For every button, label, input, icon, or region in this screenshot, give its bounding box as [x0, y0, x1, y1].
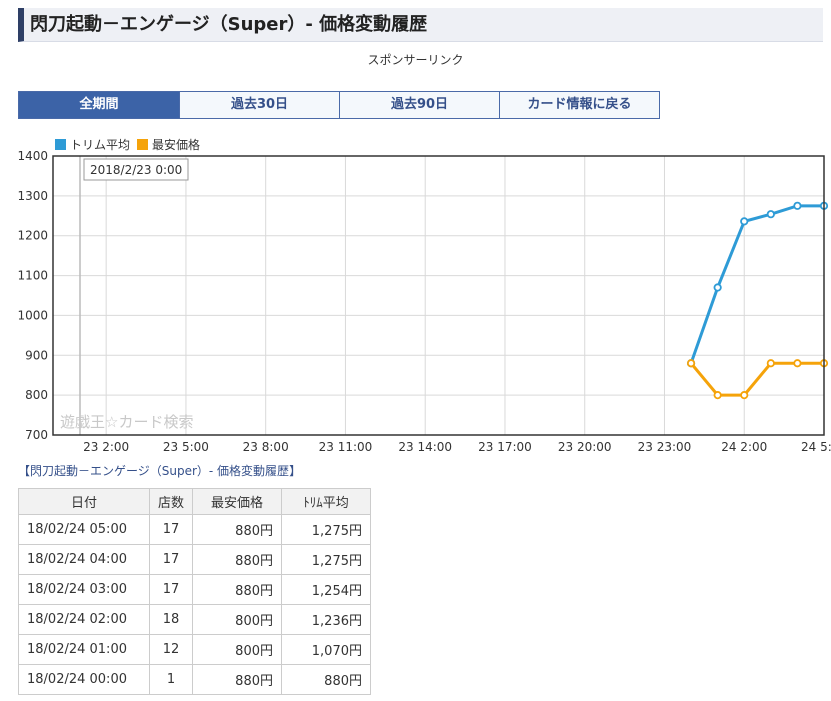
- cell-shops: 1: [149, 664, 193, 695]
- y-tick-label: 800: [25, 388, 48, 402]
- table-row: 18/02/24 02:00 18 800円 1,236円: [18, 604, 371, 635]
- page-title: 閃刀起動－エンゲージ（Super）- 価格変動履歴: [30, 14, 428, 35]
- col-trim: ﾄﾘﾑ平均: [281, 488, 371, 515]
- cell-lowest: 880円: [192, 574, 282, 605]
- cell-shops: 17: [149, 514, 193, 545]
- table-row: 18/02/24 03:00 17 880円 1,254円: [18, 574, 371, 605]
- table-row: 18/02/24 00:00 1 880円 880円: [18, 664, 371, 695]
- tab-past-90-days[interactable]: 過去90日: [340, 91, 500, 119]
- cell-date: 18/02/24 04:00: [18, 544, 150, 575]
- chart-caption: 【閃刀起動－エンゲージ（Super）- 価格変動履歴】: [18, 464, 302, 478]
- cell-lowest: 880円: [192, 664, 282, 695]
- y-tick-label: 700: [25, 428, 48, 442]
- cell-lowest: 880円: [192, 514, 282, 545]
- cell-shops: 18: [149, 604, 193, 635]
- series-trim-point: [793, 201, 802, 210]
- legend-swatch-trim: [55, 139, 66, 150]
- cell-date: 18/02/24 05:00: [18, 514, 150, 545]
- series-trim-point: [740, 217, 749, 226]
- cell-trim: 1,070円: [281, 634, 371, 665]
- y-tick-label: 900: [25, 348, 48, 362]
- legend-label-low: 最安価格: [152, 137, 200, 152]
- cell-trim: 1,236円: [281, 604, 371, 635]
- series-trim-point: [713, 283, 722, 292]
- series-low-point: [766, 359, 775, 368]
- col-lowest: 最安価格: [192, 488, 282, 515]
- cell-trim: 1,254円: [281, 574, 371, 605]
- x-tick-label: 23 23:00: [638, 440, 692, 454]
- col-shops: 店数: [149, 488, 193, 515]
- table-row: 18/02/24 04:00 17 880円 1,275円: [18, 544, 371, 575]
- y-tick-label: 1200: [17, 229, 48, 243]
- cell-trim: 1,275円: [281, 544, 371, 575]
- price-history-table: 日付 店数 最安価格 ﾄﾘﾑ平均 18/02/24 05:00 17 880円 …: [18, 488, 371, 695]
- period-tabs: 全期間 過去30日 過去90日 カード情報に戻る: [18, 91, 660, 119]
- series-layer: [686, 201, 829, 400]
- x-tick-label: 23 17:00: [478, 440, 532, 454]
- cell-trim: 1,275円: [281, 514, 371, 545]
- y-tick-label: 1100: [17, 269, 48, 283]
- cell-date: 18/02/24 02:00: [18, 604, 150, 635]
- y-tick-label: 1300: [17, 189, 48, 203]
- x-tick-label: 24 2:00: [721, 440, 767, 454]
- tab-past-30-days[interactable]: 過去30日: [180, 91, 340, 119]
- series-trim-point: [766, 210, 775, 219]
- plot-border: [52, 155, 825, 436]
- table-row: 18/02/24 05:00 17 880円 1,275円: [18, 514, 371, 545]
- cell-shops: 12: [149, 634, 193, 665]
- x-tick-label: 23 2:00: [83, 440, 129, 454]
- col-date: 日付: [18, 488, 150, 515]
- cell-date: 18/02/24 03:00: [18, 574, 150, 605]
- cell-shops: 17: [149, 544, 193, 575]
- y-tick-label: 1400: [17, 149, 48, 163]
- x-tick-label: 23 20:00: [558, 440, 612, 454]
- legend-label-trim: トリム平均: [70, 138, 130, 152]
- cell-date: 18/02/24 01:00: [18, 634, 150, 665]
- series-trim-line: [689, 204, 824, 364]
- legend-swatch-low: [137, 139, 148, 150]
- y-axis: 1400 1300 1200 1100 1000 900 800 700: [17, 149, 48, 442]
- cell-lowest: 800円: [192, 634, 282, 665]
- x-tick-label: 24 5:00: [801, 440, 831, 454]
- table-header-row: 日付 店数 最安価格 ﾄﾘﾑ平均: [18, 488, 371, 515]
- grid: [53, 155, 825, 436]
- x-tick-label: 23 8:00: [243, 440, 289, 454]
- title-bar: 閃刀起動－エンゲージ（Super）- 価格変動履歴: [18, 8, 823, 42]
- cell-trim: 880円: [281, 664, 371, 695]
- x-axis: 23 2:00 23 5:00 23 8:00 23 11:00 23 14:00 23 …: [83, 440, 831, 454]
- table-row: 18/02/24 01:00 12 800円 1,070円: [18, 634, 371, 665]
- tab-back-to-card-info[interactable]: カード情報に戻る: [500, 91, 660, 119]
- tab-all-period[interactable]: 全期間: [18, 91, 180, 119]
- cell-lowest: 880円: [192, 544, 282, 575]
- cell-shops: 17: [149, 574, 193, 605]
- tooltip-text: 2018/2/23 0:00: [90, 163, 182, 177]
- cell-lowest: 800円: [192, 604, 282, 635]
- x-tick-label: 23 14:00: [398, 440, 452, 454]
- x-tick-label: 23 11:00: [319, 440, 373, 454]
- price-history-chart: トリム平均 最安価格 1400 1300 1200 1100 1000 900 800 700…: [17, 137, 831, 454]
- cell-date: 18/02/24 00:00: [18, 664, 150, 695]
- sponsor-link-label: スポンサーリンク: [367, 53, 464, 67]
- x-tick-label: 23 5:00: [163, 440, 209, 454]
- series-low-point: [686, 359, 696, 368]
- series-low-point: [793, 359, 802, 368]
- series-low-point: [713, 391, 722, 400]
- watermark: 遊戯王☆カード検索: [60, 413, 193, 431]
- y-tick-label: 1000: [17, 308, 48, 322]
- series-low-line: [689, 361, 824, 397]
- series-low-point: [740, 391, 749, 400]
